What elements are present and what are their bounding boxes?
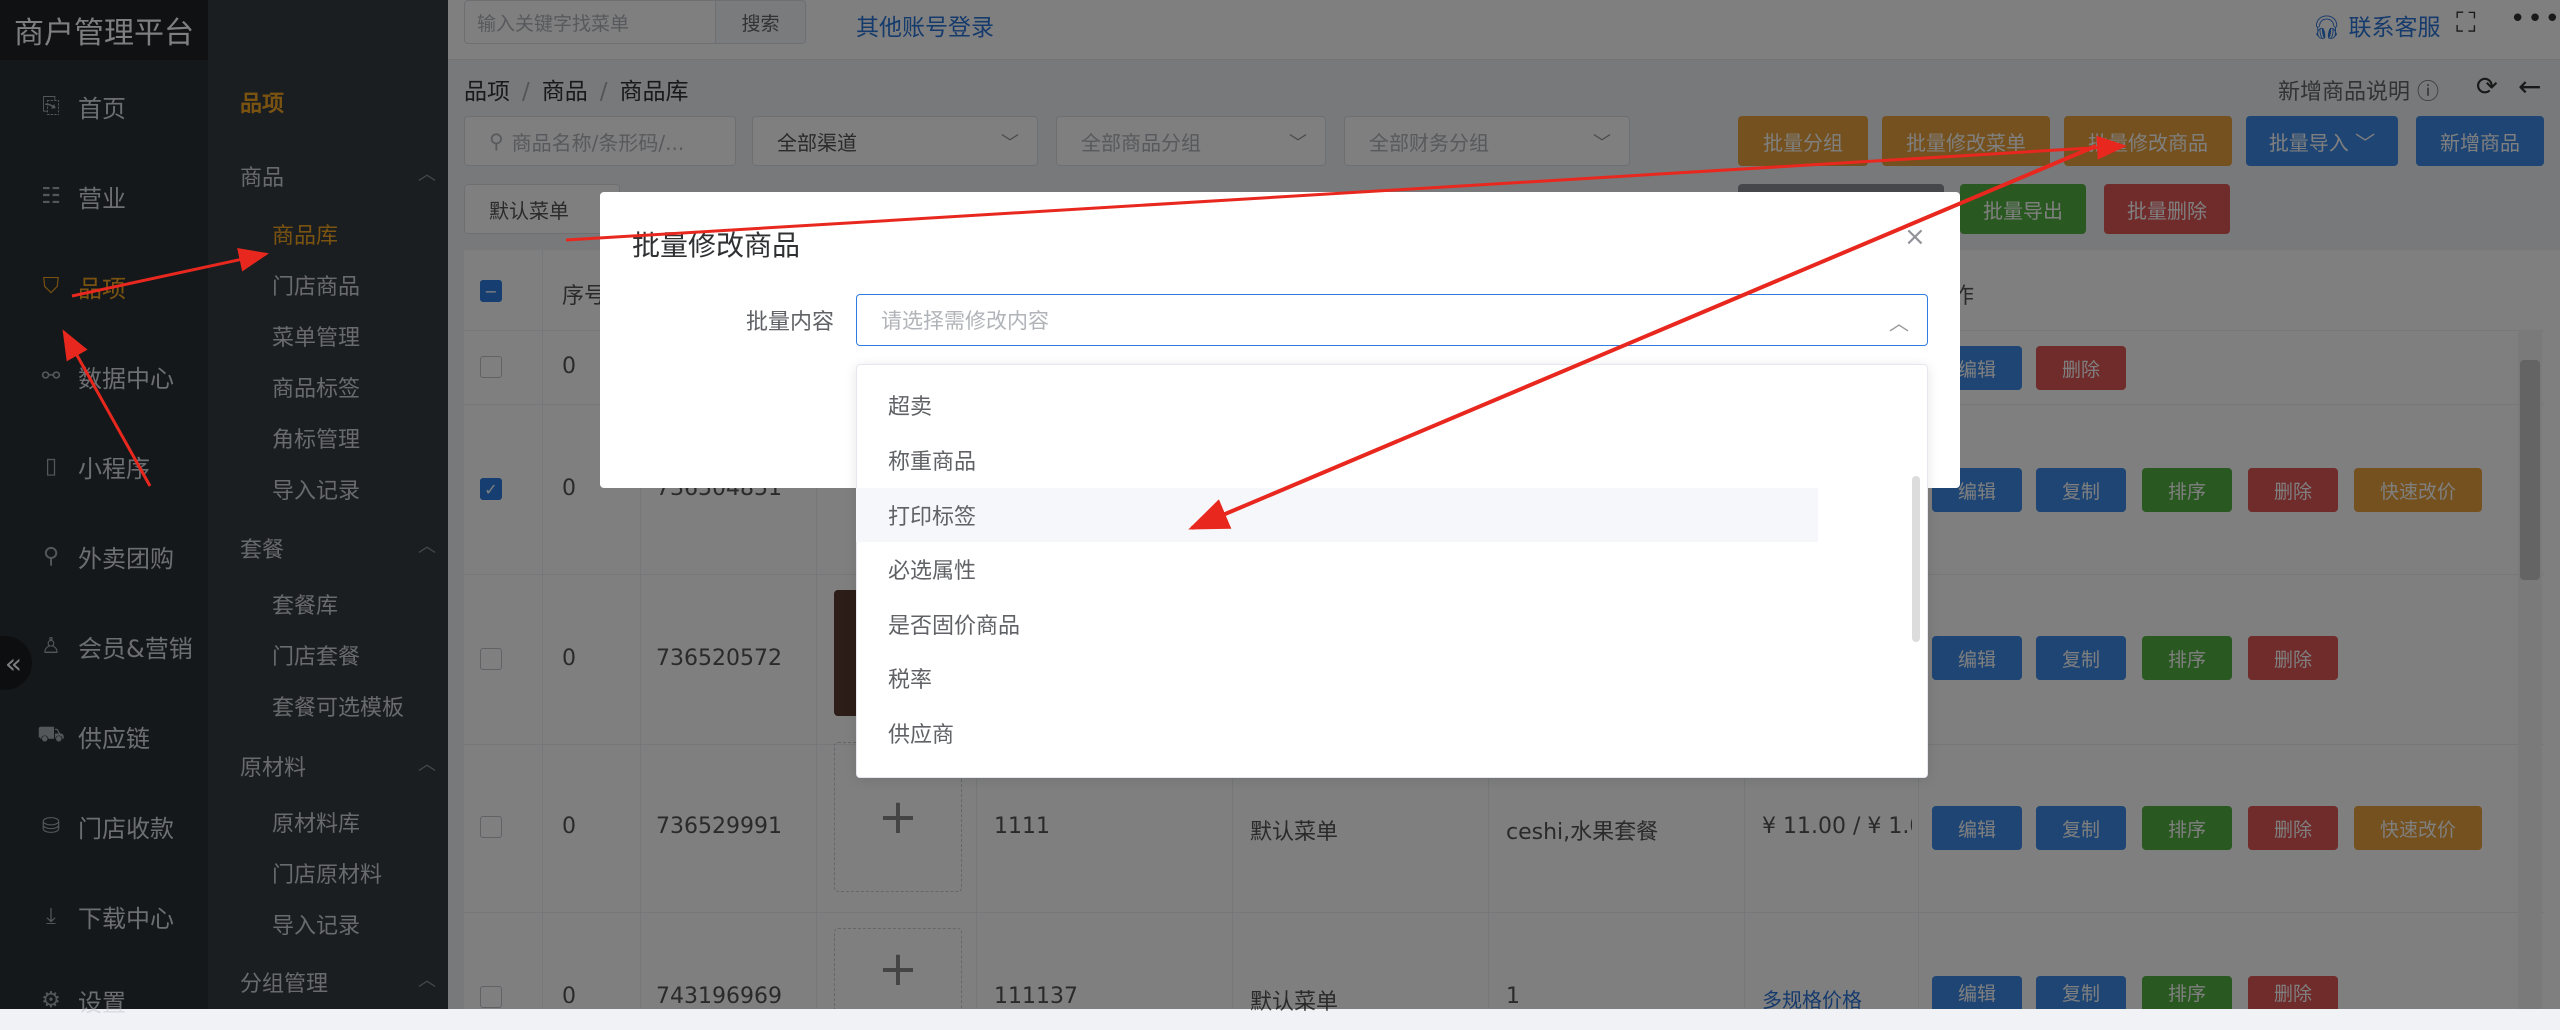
option-print-label[interactable]: 打印标签 bbox=[856, 488, 1818, 542]
option-fixed-price[interactable]: 是否固价商品 bbox=[856, 597, 1818, 651]
dialog-title: 批量修改商品 bbox=[632, 229, 801, 262]
option-supplier[interactable]: 供应商 bbox=[856, 706, 1818, 760]
option-required-attribute[interactable]: 必选属性 bbox=[856, 542, 1818, 596]
chevron-up-icon: ︿ bbox=[1889, 311, 1909, 335]
batch-content-select[interactable]: 请选择需修改内容 ︿ bbox=[856, 294, 1928, 346]
close-icon[interactable]: × bbox=[1904, 222, 1926, 252]
placeholder: 请选择需修改内容 bbox=[881, 309, 1049, 333]
batch-content-label: 批量内容 bbox=[746, 310, 835, 335]
option-oversell[interactable]: 超卖 bbox=[856, 378, 1818, 432]
dropdown-scrollbar[interactable] bbox=[1912, 476, 1920, 642]
option-weighed-goods[interactable]: 称重商品 bbox=[856, 433, 1818, 487]
option-tax-rate[interactable]: 税率 bbox=[856, 651, 1818, 705]
